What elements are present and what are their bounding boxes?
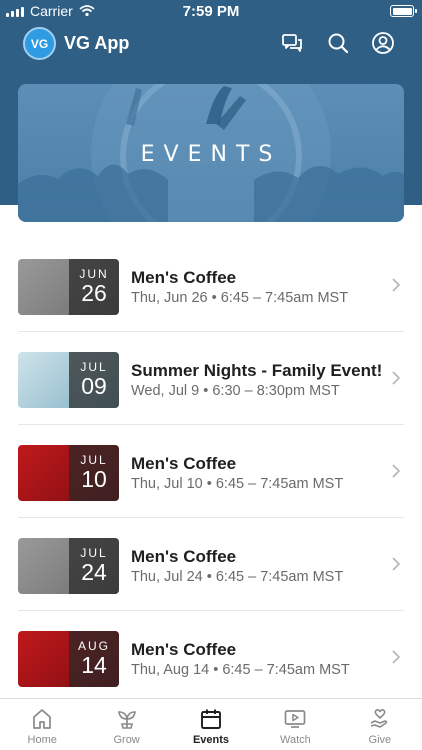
chevron-right-icon — [392, 557, 400, 571]
divider — [18, 331, 404, 332]
divider — [18, 517, 404, 518]
messages-icon[interactable] — [281, 31, 305, 55]
event-datetime: Thu, Jul 10 • 6:45 – 7:45am MST — [131, 476, 344, 492]
event-row[interactable]: JUL 09 Summer Nights - Family Event! Wed… — [0, 333, 422, 425]
event-day: 10 — [81, 466, 107, 492]
divider — [18, 424, 404, 425]
event-title: Men's Coffee — [131, 268, 237, 287]
tab-home[interactable]: Home — [0, 699, 84, 750]
events-banner: EVENTS — [18, 84, 404, 222]
watch-icon — [285, 710, 306, 728]
chevron-right-icon — [392, 278, 400, 292]
banner-title: EVENTS — [140, 142, 282, 167]
tab-label: Home — [27, 734, 57, 746]
event-title: Men's Coffee — [131, 640, 237, 659]
chevron-right-icon — [392, 464, 400, 478]
status-bar: Carrier 7:59 PM — [0, 0, 422, 22]
give-icon — [370, 708, 387, 728]
tab-label: Give — [368, 734, 392, 746]
app-logo[interactable]: VG — [23, 27, 56, 60]
event-date-badge: JUL 09 — [69, 352, 119, 408]
tab-label: Grow — [113, 734, 140, 746]
event-thumbnail: AUG 14 — [18, 631, 119, 687]
event-date-badge: AUG 14 — [69, 631, 119, 687]
tab-give[interactable]: Give — [338, 699, 422, 750]
event-month: JUL — [80, 453, 108, 467]
app-title: VG App — [64, 33, 130, 53]
search-icon[interactable] — [326, 31, 350, 55]
event-title: Summer Nights - Family Event! — [131, 361, 383, 380]
event-day: 24 — [81, 559, 107, 585]
event-row[interactable]: JUL 10 Men's Coffee Thu, Jul 10 • 6:45 –… — [0, 426, 422, 518]
event-date-badge: JUL 24 — [69, 538, 119, 594]
tab-grow[interactable]: Grow — [84, 699, 168, 750]
chevron-right-icon — [392, 650, 400, 664]
event-row[interactable]: JUN 26 Men's Coffee Thu, Jun 26 • 6:45 –… — [0, 240, 422, 332]
event-thumbnail: JUL 09 — [18, 352, 119, 408]
event-thumbnail: JUN 26 — [18, 259, 119, 315]
chevron-right-icon — [392, 371, 400, 385]
event-month: JUL — [80, 360, 108, 374]
event-row[interactable]: JUL 24 Men's Coffee Thu, Jul 24 • 6:45 –… — [0, 519, 422, 611]
event-date-badge: JUN 26 — [69, 259, 119, 315]
event-datetime: Thu, Jul 24 • 6:45 – 7:45am MST — [131, 569, 344, 585]
tab-label: Events — [192, 734, 230, 746]
calendar-icon — [201, 709, 221, 729]
app-header: VG VG App — [0, 24, 422, 64]
profile-icon[interactable] — [371, 31, 395, 55]
battery-icon — [390, 5, 417, 17]
status-time: 7:59 PM — [182, 3, 240, 20]
divider — [18, 610, 404, 611]
event-thumbnail: JUL 10 — [18, 445, 119, 501]
tab-label: Watch — [280, 734, 311, 746]
event-day: 14 — [81, 652, 107, 678]
event-datetime: Thu, Jun 26 • 6:45 – 7:45am MST — [131, 290, 349, 306]
event-day: 09 — [81, 373, 107, 399]
event-month: JUN — [79, 267, 109, 281]
event-row[interactable]: AUG 14 Men's Coffee Thu, Aug 14 • 6:45 –… — [0, 612, 422, 704]
tab-events[interactable]: Events — [169, 699, 253, 750]
event-month: AUG — [77, 639, 110, 653]
event-datetime: Thu, Aug 14 • 6:45 – 7:45am MST — [131, 662, 350, 678]
event-day: 26 — [81, 280, 107, 306]
event-title: Men's Coffee — [131, 547, 237, 566]
event-title: Men's Coffee — [131, 454, 237, 473]
tab-bar: Home Grow Events Watch Give — [0, 698, 422, 750]
event-date-badge: JUL 10 — [69, 445, 119, 501]
grow-icon — [117, 711, 136, 729]
event-thumbnail: JUL 24 — [18, 538, 119, 594]
event-month: JUL — [80, 546, 108, 560]
event-datetime: Wed, Jul 9 • 6:30 – 8:30pm MST — [131, 383, 340, 399]
home-icon — [33, 709, 52, 729]
tab-watch[interactable]: Watch — [253, 699, 337, 750]
